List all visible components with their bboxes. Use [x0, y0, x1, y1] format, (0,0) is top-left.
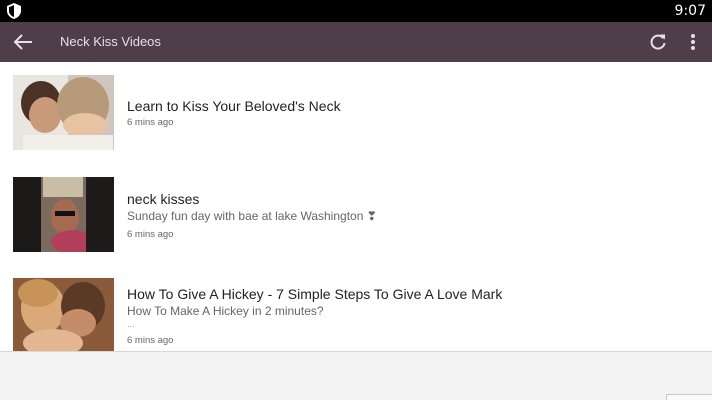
list-item[interactable]: neck kisses Sunday fun day with bae at l…	[0, 162, 712, 262]
shield-icon	[7, 3, 21, 19]
status-time: 9:07	[674, 3, 706, 19]
video-title: neck kisses	[127, 191, 200, 207]
arrow-left-icon[interactable]	[12, 32, 34, 52]
list-item[interactable]: How To Give A Hickey - 7 Simple Steps To…	[0, 262, 712, 352]
video-thumbnail	[13, 177, 114, 252]
video-title: How To Give A Hickey - 7 Simple Steps To…	[127, 286, 503, 302]
more-vertical-icon[interactable]	[686, 32, 700, 52]
video-thumbnail	[13, 75, 114, 150]
video-title: Learn to Kiss Your Beloved's Neck	[127, 98, 341, 114]
status-bar: 9:07	[0, 0, 712, 22]
refresh-icon[interactable]	[648, 32, 668, 52]
corner-mark	[666, 394, 712, 400]
list-item[interactable]: Learn to Kiss Your Beloved's Neck 6 mins…	[0, 62, 712, 162]
video-list: Learn to Kiss Your Beloved's Neck 6 mins…	[0, 62, 712, 352]
video-description: Sunday fun day with bae at lake Washingt…	[127, 209, 377, 223]
video-description: How To Make A Hickey in 2 minutes?	[127, 304, 324, 318]
video-thumbnail	[13, 278, 114, 352]
app-toolbar: Neck Kiss Videos	[0, 22, 712, 62]
video-time: 6 mins ago	[127, 117, 174, 128]
page-title: Neck Kiss Videos	[60, 34, 161, 49]
bottom-area	[0, 352, 712, 400]
video-description-more: ...	[127, 319, 135, 329]
video-time: 6 mins ago	[127, 229, 174, 240]
video-time: 6 mins ago	[127, 335, 174, 346]
